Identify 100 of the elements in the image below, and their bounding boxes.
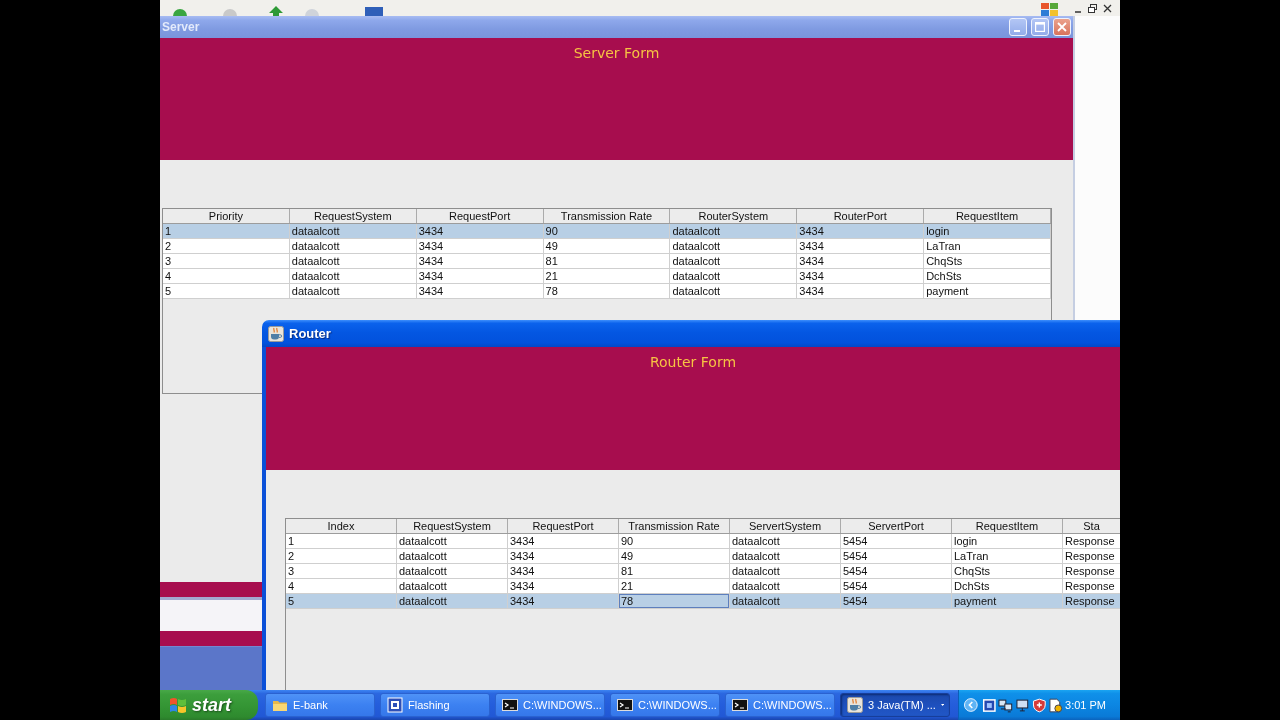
window-icon	[387, 697, 403, 713]
maximize-icon	[1035, 22, 1045, 32]
flag-icon	[169, 697, 187, 713]
table-cell: 78	[619, 594, 730, 608]
table-cell: 5454	[841, 534, 952, 548]
table-cell-text: Response	[1064, 564, 1116, 578]
table-cell: dataalcott	[670, 239, 798, 253]
taskbar-button[interactable]: E-bank	[265, 693, 375, 717]
column-header[interactable]: RequestSystem	[397, 519, 508, 533]
table-cell: 3434	[797, 224, 925, 238]
table-cell: dataalcott	[397, 534, 508, 548]
table-cell: 49	[543, 239, 671, 253]
table-cell: LaTran	[924, 239, 1051, 253]
column-header[interactable]: Index	[286, 519, 397, 533]
close-button[interactable]	[1053, 18, 1071, 36]
column-header[interactable]: RequestPort	[508, 519, 619, 533]
column-header[interactable]: RequestPort	[416, 209, 544, 223]
table-row[interactable]: 4 dataalcott 3434 21 dataalcott 3434 DchSts	[163, 269, 1051, 284]
table-cell-text: Response	[1064, 534, 1116, 548]
form-title: Server Form	[573, 44, 660, 62]
column-header[interactable]: RouterPort	[797, 209, 925, 223]
table-cell: 21	[543, 269, 671, 283]
table-cell: dataalcott	[670, 254, 798, 268]
minimize-icon	[1014, 30, 1020, 32]
table-cell: dataalcott	[289, 239, 417, 253]
table-row[interactable]: 2 dataalcott 3434 49 dataalcott 3434 LaTran	[163, 239, 1051, 254]
table-cell: 3434	[797, 269, 925, 283]
column-header[interactable]: RequestItem	[952, 519, 1063, 533]
window-icon[interactable]	[981, 697, 997, 713]
table-cell: 5454	[841, 594, 952, 608]
table-cell: 3434	[416, 254, 544, 268]
column-header[interactable]: RequestSystem	[289, 209, 417, 223]
minimize-button[interactable]	[1009, 18, 1027, 36]
table-cell: dataalcott	[670, 269, 798, 283]
document-icon[interactable]	[1048, 697, 1064, 713]
table-cell: 90	[619, 534, 730, 548]
table-cell: 49	[619, 549, 730, 563]
taskbar-button[interactable]: C:\WINDOWS...	[610, 693, 720, 717]
maximize-button[interactable]	[1031, 18, 1049, 36]
table-cell: payment	[952, 594, 1063, 608]
table-cell: 5454	[841, 564, 952, 578]
taskbar-button[interactable]: C:\WINDOWS...	[495, 693, 605, 717]
table-cell: 3434	[416, 284, 544, 298]
arrow-icon[interactable]	[268, 5, 284, 16]
column-header[interactable]: Transmission Rate	[543, 209, 671, 223]
table-cell-text: Response	[1064, 579, 1116, 593]
chevron-left-icon[interactable]	[964, 698, 978, 712]
table-cell: dataalcott	[397, 549, 508, 563]
table-cell: 3434	[416, 239, 544, 253]
taskbar-button[interactable]: Flashing	[380, 693, 490, 717]
table-cell: dataalcott	[730, 549, 841, 563]
taskbar-button[interactable]: 3 Java(TM) ...	[840, 693, 950, 717]
restore-icon[interactable]	[1088, 4, 1097, 13]
table-cell: dataalcott	[730, 534, 841, 548]
column-header[interactable]: RequestItem	[924, 209, 1051, 223]
table-cell: 3434	[508, 534, 619, 548]
table-cell: ChqSts	[952, 564, 1063, 578]
table-cell: 81	[619, 564, 730, 578]
table-row[interactable]: 3 dataalcott 3434 81 dataalcott 3434 ChqSts	[163, 254, 1051, 269]
column-header[interactable]: Transmission Rate	[619, 519, 730, 533]
table-row[interactable]: 4 dataalcott 3434 21 dataalcott 5454 DchSts Response	[286, 579, 1120, 594]
column-header[interactable]: ServertPort	[841, 519, 952, 533]
table-cell: 5454	[841, 579, 952, 593]
table-row[interactable]: 1 dataalcott 3434 90 dataalcott 3434 login	[163, 224, 1051, 239]
column-header[interactable]: RouterSystem	[670, 209, 798, 223]
table-row[interactable]: 5 dataalcott 3434 78 dataalcott 5454 payment Response	[286, 594, 1120, 609]
shield-icon[interactable]	[1031, 697, 1047, 713]
table-cell: 3434	[508, 549, 619, 563]
taskbar-button[interactable]: C:\WINDOWS...	[725, 693, 835, 717]
table-cell: 2	[286, 549, 397, 563]
network-icon[interactable]	[998, 697, 1014, 713]
table-cell: 1	[163, 224, 290, 238]
table-cell: 21	[619, 579, 730, 593]
table-cell: 3434	[508, 594, 619, 608]
column-header[interactable]: Priority	[163, 209, 290, 223]
table-cell: login	[924, 224, 1051, 238]
table-cell: 3434	[797, 284, 925, 298]
table-cell: 4	[163, 269, 290, 283]
table-cell: dataalcott	[289, 284, 417, 298]
start-button[interactable]: start	[160, 690, 258, 720]
table-cell: 3434	[797, 254, 925, 268]
console-icon	[502, 697, 518, 713]
table-cell: login	[952, 534, 1063, 548]
table-cell: 3434	[797, 239, 925, 253]
table-row[interactable]: 3 dataalcott 3434 81 dataalcott 5454 ChqSts Response	[286, 564, 1120, 579]
table-row[interactable]: 5 dataalcott 3434 78 dataalcott 3434 payment	[163, 284, 1051, 299]
square-icon[interactable]	[364, 7, 384, 16]
table-cell: dataalcott	[730, 579, 841, 593]
table-cell-text: Response	[1064, 549, 1116, 563]
table-cell: dataalcott	[730, 594, 841, 608]
column-header[interactable]: Sta	[1063, 519, 1120, 533]
table-row[interactable]: 2 dataalcott 3434 49 dataalcott 5454 LaTran Response	[286, 549, 1120, 564]
monitor-icon[interactable]	[1015, 697, 1030, 713]
table-cell: dataalcott	[670, 284, 798, 298]
column-header[interactable]: ServertSystem	[730, 519, 841, 533]
close-icon	[1057, 22, 1067, 32]
clock[interactable]: 3:01 PM	[1065, 699, 1106, 711]
close-icon[interactable]	[1103, 4, 1112, 13]
table-row[interactable]: 1 dataalcott 3434 90 dataalcott 5454 login Response	[286, 534, 1120, 549]
table-cell: 4	[286, 579, 397, 593]
